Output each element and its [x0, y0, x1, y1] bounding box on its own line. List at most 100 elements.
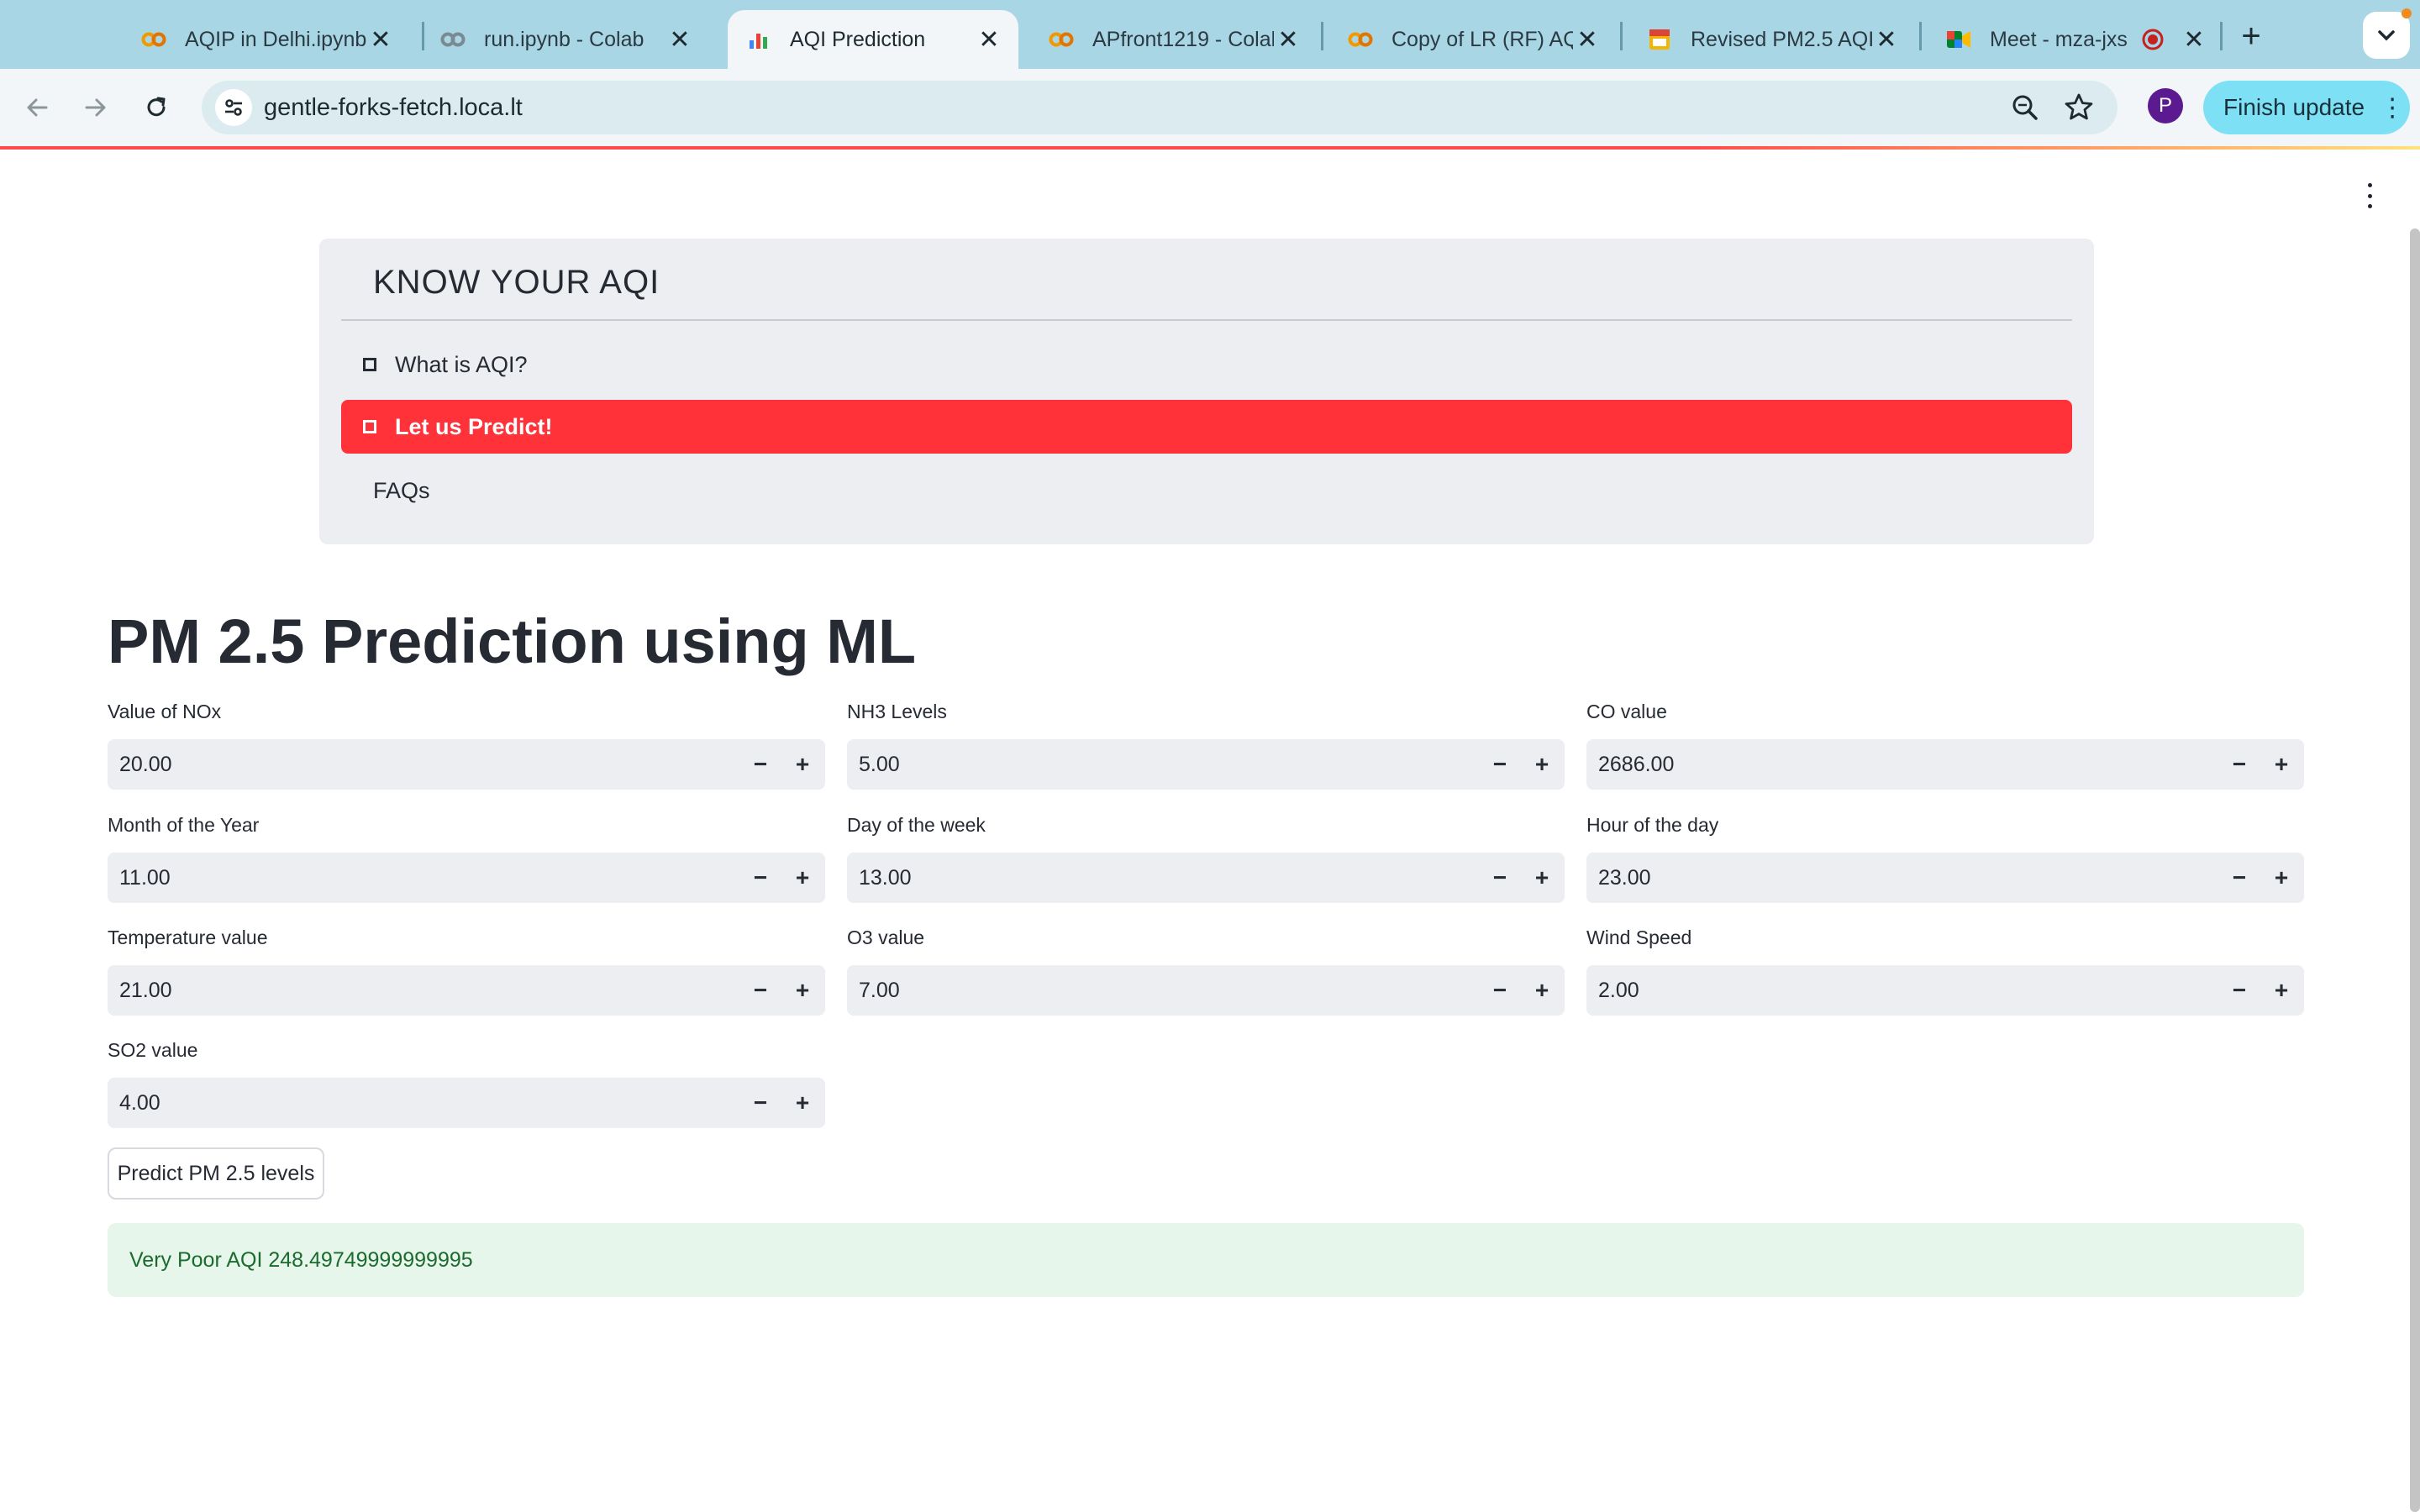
close-tab-icon[interactable]: ✕	[366, 25, 395, 54]
bookmark-star-icon[interactable]	[2062, 91, 2096, 124]
tab-title: run.ipynb - Colab	[484, 27, 644, 51]
arrow-left-icon	[27, 98, 48, 117]
field-label: Value of NOx	[108, 701, 222, 722]
input-value[interactable]: 2.00	[1598, 965, 1639, 1016]
url-text[interactable]: gentle-forks-fetch.loca.lt	[264, 81, 523, 134]
more-vert-icon[interactable]: ⋮	[2380, 93, 2405, 123]
decrement-button[interactable]: −	[1479, 965, 1521, 1016]
decrement-button[interactable]: −	[1479, 853, 1521, 903]
menu-item-what-is-aqi[interactable]: What is AQI?	[341, 338, 2072, 391]
number-input[interactable]: 4.00 − +	[108, 1078, 825, 1128]
tab-meet[interactable]: Meet - mza-jxs ✕	[1916, 10, 2223, 69]
increment-button[interactable]: +	[2260, 965, 2302, 1016]
menu-item-faqs[interactable]: FAQs	[341, 464, 2072, 517]
tab-apfront1219[interactable]: APfront1219 - Colab ✕	[1018, 10, 1318, 69]
tab-run-ipynb[interactable]: run.ipynb - Colab ✕	[410, 10, 709, 69]
decrement-button[interactable]: −	[2218, 739, 2260, 790]
close-tab-icon[interactable]: ✕	[975, 25, 1003, 54]
increment-button[interactable]: +	[781, 965, 823, 1016]
close-tab-icon[interactable]: ✕	[1274, 25, 1302, 54]
tab-copy-of-lr[interactable]: Copy of LR (RF) AQI ✕	[1318, 10, 1617, 69]
close-tab-icon[interactable]: ✕	[666, 25, 694, 54]
back-button[interactable]	[15, 86, 59, 129]
decrement-button[interactable]: −	[739, 1078, 781, 1128]
finish-update-button[interactable]: Finish update ⋮	[2203, 81, 2410, 134]
input-value[interactable]: 11.00	[119, 853, 171, 903]
tab-aqi-prediction[interactable]: AQI Prediction ✕	[728, 10, 1018, 69]
increment-button[interactable]: +	[1521, 965, 1563, 1016]
tab-search-button[interactable]	[2363, 12, 2410, 59]
decrement-button[interactable]: −	[739, 739, 781, 790]
site-info-button[interactable]	[215, 89, 252, 126]
field-label: Day of the week	[847, 814, 986, 836]
option-menu: KNOW YOUR AQI What is AQI? Let us Predic…	[319, 239, 2094, 544]
menu-item-label: Let us Predict!	[395, 413, 553, 439]
close-tab-icon[interactable]: ✕	[1872, 25, 1901, 54]
increment-button[interactable]: +	[781, 1078, 823, 1128]
decrement-button[interactable]: −	[2218, 965, 2260, 1016]
tab-aqip-in-delhi[interactable]: AQIP in Delhi.ipynb ✕	[111, 10, 410, 69]
increment-button[interactable]: +	[2260, 853, 2302, 903]
address-bar[interactable]: gentle-forks-fetch.loca.lt	[202, 81, 2118, 134]
input-o3: O3 value 7.00 − +	[847, 925, 1565, 1016]
input-so2: SO2 value 4.00 − +	[108, 1037, 825, 1128]
input-nh3: NH3 Levels 5.00 − +	[847, 699, 1565, 790]
tab-title: Revised PM2.5 AQI	[1691, 27, 1872, 51]
forward-button[interactable]	[74, 86, 118, 129]
increment-button[interactable]: +	[781, 739, 823, 790]
input-value[interactable]: 7.00	[859, 965, 900, 1016]
tune-icon	[225, 99, 242, 116]
zoom-icon[interactable]	[2008, 91, 2042, 124]
input-wind-speed: Wind Speed 2.00 − +	[1586, 925, 2304, 1016]
input-value[interactable]: 20.00	[119, 739, 172, 790]
number-input[interactable]: 2686.00 − +	[1586, 739, 2304, 790]
notification-dot	[2402, 8, 2412, 18]
input-value[interactable]: 4.00	[119, 1078, 160, 1128]
number-input[interactable]: 11.00 − +	[108, 853, 825, 903]
field-label: Hour of the day	[1586, 814, 1719, 836]
menu-item-let-us-predict[interactable]: Let us Predict!	[341, 400, 2072, 454]
tab-title: AQIP in Delhi.ipynb	[185, 27, 366, 51]
number-input[interactable]: 13.00 − +	[847, 853, 1565, 903]
page-title: PM 2.5 Prediction using ML	[108, 606, 917, 676]
reload-button[interactable]	[134, 86, 178, 129]
input-value[interactable]: 23.00	[1598, 853, 1651, 903]
input-month: Month of the Year 11.00 − +	[108, 812, 825, 903]
new-tab-button[interactable]: +	[2232, 17, 2270, 55]
input-value[interactable]: 13.00	[859, 853, 912, 903]
close-tab-icon[interactable]: ✕	[2180, 25, 2208, 54]
decrement-button[interactable]: −	[1479, 739, 1521, 790]
increment-button[interactable]: +	[2260, 739, 2302, 790]
close-tab-icon[interactable]: ✕	[1573, 25, 1602, 54]
page-scrollbar[interactable]	[2410, 228, 2420, 1512]
input-nox: Value of NOx 20.00 − +	[108, 699, 825, 790]
app-main-menu-icon[interactable]	[2360, 183, 2380, 208]
increment-button[interactable]: +	[781, 853, 823, 903]
chevron-down-icon	[2378, 30, 2395, 41]
colab-icon	[440, 27, 466, 52]
page-load-bar	[0, 146, 2420, 150]
input-value[interactable]: 5.00	[859, 739, 900, 790]
increment-button[interactable]: +	[1521, 853, 1563, 903]
number-input[interactable]: 21.00 − +	[108, 965, 825, 1016]
slides-icon	[1647, 27, 1672, 52]
tab-revised-pm25[interactable]: Revised PM2.5 AQI ✕	[1617, 10, 1916, 69]
number-input[interactable]: 5.00 − +	[847, 739, 1565, 790]
decrement-button[interactable]: −	[739, 965, 781, 1016]
number-input[interactable]: 23.00 − +	[1586, 853, 2304, 903]
tab-title: Meet - mza-jxs	[1990, 27, 2128, 51]
input-value[interactable]: 21.00	[119, 965, 172, 1016]
menu-divider	[341, 319, 2072, 321]
field-label: Temperature value	[108, 927, 268, 948]
decrement-button[interactable]: −	[739, 853, 781, 903]
input-value[interactable]: 2686.00	[1598, 739, 1674, 790]
number-input[interactable]: 2.00 − +	[1586, 965, 2304, 1016]
number-input[interactable]: 7.00 − +	[847, 965, 1565, 1016]
predict-button[interactable]: Predict PM 2.5 levels	[108, 1147, 324, 1200]
profile-avatar[interactable]: P	[2148, 88, 2183, 123]
meet-icon	[1946, 27, 1971, 52]
decrement-button[interactable]: −	[2218, 853, 2260, 903]
increment-button[interactable]: +	[1521, 739, 1563, 790]
tab-title: APfront1219 - Colab	[1092, 27, 1274, 51]
number-input[interactable]: 20.00 − +	[108, 739, 825, 790]
